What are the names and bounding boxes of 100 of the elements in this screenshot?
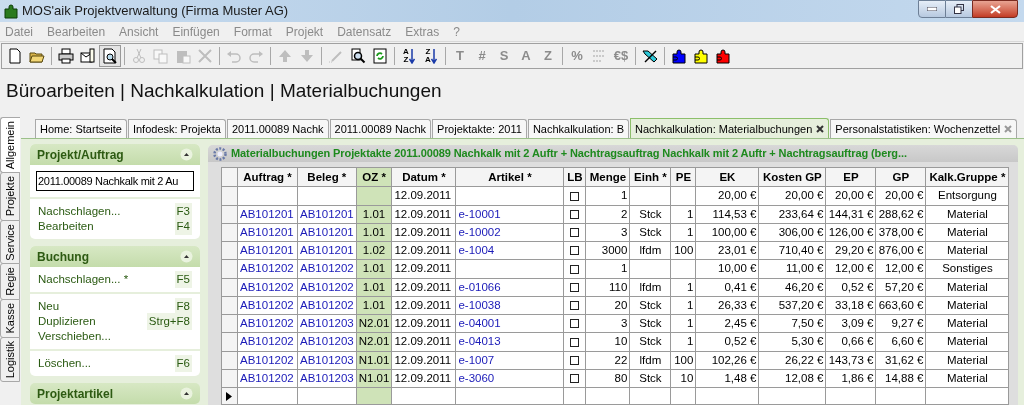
table-cell: e-3060 [455, 369, 564, 388]
checkbox[interactable] [570, 282, 580, 292]
toolbar-button[interactable] [55, 45, 77, 67]
collapse-icon[interactable] [180, 387, 193, 400]
section-header[interactable]: Projektartikel [30, 383, 200, 404]
table-cell: e-10002 [455, 223, 564, 242]
tab[interactable]: Projektakte: 2011 [432, 119, 527, 138]
table-cell: lfdm [629, 351, 671, 370]
checkbox[interactable] [570, 209, 580, 219]
table-cell: AB101202 [297, 259, 357, 278]
table-cell: AB101201 [237, 241, 298, 260]
section-header[interactable]: Buchung [30, 246, 200, 267]
checkbox[interactable] [570, 337, 580, 347]
tab[interactable]: Personalstatistiken: Wochenzettel [830, 119, 1018, 138]
checkbox[interactable] [570, 301, 580, 311]
tab[interactable]: Infodesk: Projekta [127, 119, 226, 138]
table-cell: 9,27 € [875, 314, 926, 333]
minimize-button[interactable] [918, 0, 946, 18]
side-tab[interactable]: Projekte [0, 172, 20, 221]
section-header[interactable]: Projekt/Auftrag [30, 144, 200, 165]
magnifier-page-icon [102, 48, 118, 64]
tab[interactable]: 2011.00089 Nachk [329, 119, 432, 138]
column-header[interactable]: PE [670, 167, 696, 187]
arrow-down-icon [299, 48, 315, 64]
table-cell: AB101203 [297, 369, 357, 388]
menu-link[interactable]: Nachschlagen... * [38, 270, 129, 289]
table-cell: AB101202 [237, 278, 298, 297]
side-tab[interactable]: Kasse [0, 299, 20, 338]
table-cell: Material [925, 351, 1009, 370]
section-title: Buchung [37, 248, 89, 266]
table-cell: Material [925, 278, 1009, 297]
column-header[interactable]: Datum * [391, 167, 456, 187]
table-cell: 1,48 € [695, 369, 759, 388]
column-header[interactable]: EP [825, 167, 876, 187]
column-header[interactable]: Menge [585, 167, 630, 187]
table-cell: 1 [585, 259, 630, 278]
column-header[interactable]: EK [695, 167, 759, 187]
section-title: Projekt/Auftrag [37, 146, 124, 164]
close-button[interactable] [972, 0, 1018, 18]
undo-icon [226, 48, 242, 64]
checkbox[interactable] [570, 191, 580, 201]
column-header[interactable]: LB [563, 167, 586, 187]
table-cell: 143,73 € [825, 351, 876, 370]
table-cell: 100 [670, 351, 696, 370]
table-cell: 0,41 € [695, 278, 759, 297]
table-cell: 1 [670, 205, 696, 224]
table-cell: 20 [585, 296, 630, 315]
table-cell: 876,00 € [875, 241, 926, 260]
pencil-icon [328, 48, 344, 64]
menu-link[interactable]: Löschen... [38, 354, 92, 373]
checkbox[interactable] [570, 374, 580, 384]
column-header[interactable]: Auftrag * [237, 167, 298, 187]
collapse-icon[interactable] [180, 148, 193, 161]
table-cell: 20,00 € [825, 186, 876, 205]
table-cell: AB101202 [237, 351, 298, 370]
close-icon[interactable] [816, 125, 825, 133]
section-title: Projektartikel [37, 385, 114, 403]
column-header[interactable]: Kosten GP [758, 167, 826, 187]
column-header[interactable]: Einh * [629, 167, 671, 187]
table-cell: 12,08 € [758, 369, 826, 388]
checkbox[interactable] [570, 228, 580, 238]
tab[interactable]: Nachkalkulation: Materialbuchungen [630, 118, 830, 138]
toolbar-button[interactable]: Z A [420, 45, 442, 67]
restore-button[interactable] [946, 0, 972, 18]
table-cell: 14,88 € [875, 369, 926, 388]
table-cell: 22 [585, 351, 630, 370]
table-cell: 12.09.2011 [391, 241, 456, 260]
column-header[interactable]: OZ * [356, 167, 392, 187]
toolbar-button[interactable]: A Z [398, 45, 420, 67]
table-cell: 23,01 € [695, 241, 759, 260]
column-header[interactable]: Artikel * [455, 167, 564, 187]
table-cell: 12,00 € [825, 259, 876, 278]
table-cell: 537,20 € [758, 296, 826, 315]
checkbox[interactable] [570, 355, 580, 365]
table-cell: AB101201 [297, 205, 357, 224]
column-header[interactable]: Beleg * [297, 167, 357, 187]
checkbox[interactable] [570, 246, 580, 256]
table-cell: 12.09.2011 [391, 351, 456, 370]
tab[interactable]: Home: Startseite [35, 119, 127, 138]
table-cell: AB101203 [297, 332, 357, 351]
project-field[interactable]: 2011.00089 Nachkalk mit 2 Au [36, 171, 194, 191]
side-tab[interactable]: Service [0, 219, 20, 265]
table-cell: Stck [629, 369, 671, 388]
table-cell: 2,45 € [695, 314, 759, 333]
side-tab[interactable]: Regie [0, 263, 20, 301]
tab[interactable]: Nachkalkulation: B [527, 119, 629, 138]
side-tab[interactable]: Allgemein [0, 117, 20, 174]
checkbox[interactable] [570, 319, 580, 329]
column-header[interactable]: GP [875, 167, 926, 187]
checkbox[interactable] [570, 264, 580, 274]
table-cell: lfdm [629, 278, 671, 297]
table-cell: 80 [585, 369, 630, 388]
table-cell: Material [925, 314, 1009, 333]
collapse-icon[interactable] [180, 250, 193, 263]
window-title: MOS'aik Projektverwaltung (Firma Muster AG) [22, 2, 289, 21]
envelope-icon [80, 48, 96, 64]
column-header[interactable]: Kalk.Gruppe * [925, 167, 1009, 187]
side-tab[interactable]: Logistik [0, 336, 20, 382]
toolbar-button[interactable] [99, 45, 121, 67]
tab[interactable]: 2011.00089 Nachk [227, 119, 329, 138]
